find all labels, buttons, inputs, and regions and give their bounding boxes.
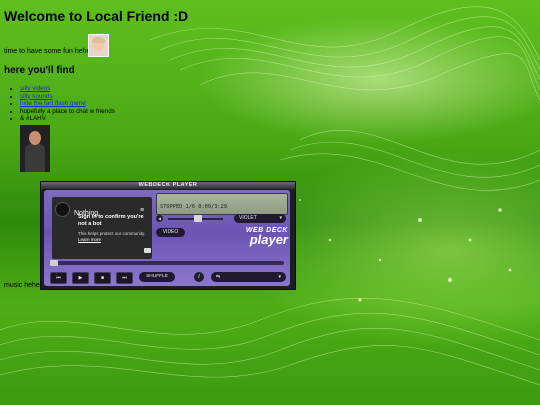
player-body: Nothing ≡ Sign in to confirm you're not … bbox=[44, 190, 290, 286]
previous-button[interactable]: ⏮ bbox=[50, 272, 67, 284]
youtube-icon[interactable] bbox=[144, 248, 151, 253]
skin-select[interactable]: VIOLET ▾ bbox=[234, 214, 286, 223]
learn-more-link[interactable]: Learn more bbox=[78, 237, 101, 242]
avatar-image bbox=[88, 34, 109, 57]
list-item: silly videos bbox=[20, 85, 115, 93]
video-button[interactable]: VIDEO bbox=[156, 228, 185, 237]
volume-knob[interactable] bbox=[194, 215, 202, 222]
music-label: music hehe bbox=[4, 282, 40, 289]
progress-knob[interactable] bbox=[50, 260, 58, 266]
playlist-select[interactable]: ⇆ ▾ bbox=[211, 272, 286, 282]
link-fart-flash-game[interactable]: hide the fart flash game bbox=[20, 100, 86, 107]
list-item-text: hopefully a place to chat w friends bbox=[20, 107, 115, 115]
link-silly-sounds[interactable]: silly sounds bbox=[20, 93, 53, 100]
progress-bar[interactable] bbox=[50, 260, 284, 266]
menu-icon[interactable]: ≡ bbox=[140, 207, 144, 214]
list-item: hide the fart flash game bbox=[20, 100, 115, 108]
shuffle-button[interactable]: SHUFFLE bbox=[139, 272, 175, 282]
signin-note: This helps protect our community. Learn … bbox=[78, 231, 146, 242]
feature-list: silly videos silly sounds hide the fart … bbox=[8, 85, 115, 123]
chevron-down-icon: ▾ bbox=[279, 215, 282, 221]
list-item-text: & #LAHV bbox=[20, 115, 46, 123]
chevron-down-icon: ▾ bbox=[278, 274, 281, 280]
webdeck-logo: WEB DECK player bbox=[212, 227, 288, 246]
video-embed[interactable]: Nothing ≡ Sign in to confirm you're not … bbox=[52, 197, 152, 259]
lcd-display: STOPPED 1/6 0:00/3:29 bbox=[156, 193, 288, 215]
page-subtitle: time to have some fun hehe bbox=[4, 48, 91, 55]
list-item: hopefully a place to chat w friends bbox=[20, 108, 115, 116]
shuffle-label: SHUFFLE bbox=[146, 274, 168, 279]
link-silly-videos[interactable]: silly videos bbox=[20, 85, 50, 92]
page-content: Welcome to Local Friend :D time to have … bbox=[0, 0, 540, 405]
player-title: WEBDECK PLAYER bbox=[138, 182, 198, 188]
webdeck-player: WEBDECK PLAYER Nothing ≡ Sign in to conf… bbox=[40, 181, 296, 290]
section-heading: here you'll find bbox=[4, 65, 75, 76]
stop-button[interactable]: ■ bbox=[94, 272, 111, 284]
lcd-status: STOPPED 1/6 0:00/3:29 bbox=[160, 204, 227, 210]
list-item: silly sounds bbox=[20, 93, 115, 101]
skin-select-value: VIOLET bbox=[239, 215, 257, 221]
play-button[interactable]: ▶ bbox=[72, 272, 89, 284]
signin-title: Sign in to confirm you're not a bot bbox=[78, 214, 144, 227]
logo-line-2: player bbox=[249, 232, 288, 247]
video-button-label: VIDEO bbox=[162, 229, 179, 235]
page-title: Welcome to Local Friend :D bbox=[4, 8, 189, 24]
channel-avatar-icon bbox=[55, 202, 70, 217]
volume-icon[interactable]: ◀ bbox=[156, 215, 163, 222]
playlist-icon: ⇆ bbox=[216, 274, 221, 280]
next-button[interactable]: ⏭ bbox=[116, 272, 133, 284]
person-photo bbox=[20, 125, 50, 172]
info-icon[interactable]: i bbox=[194, 272, 204, 282]
list-item: & #LAHV bbox=[20, 115, 115, 123]
